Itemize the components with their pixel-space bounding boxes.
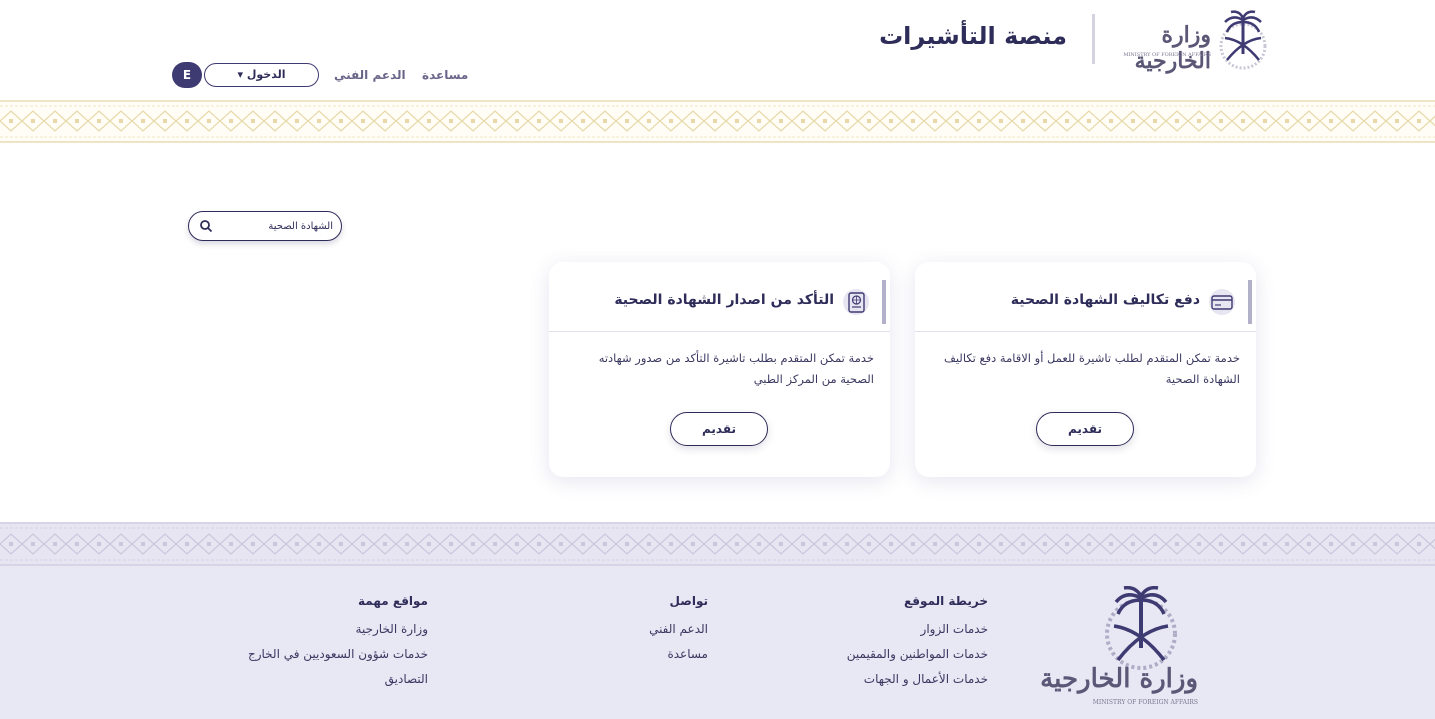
apply-button[interactable]: تقديم bbox=[670, 412, 768, 446]
footer-link-help[interactable]: مساعدة bbox=[649, 647, 708, 661]
footer-link-saudis-abroad[interactable]: خدمات شؤون السعوديين في الخارج bbox=[248, 647, 428, 661]
page-title: منصة التأشيرات bbox=[879, 22, 1067, 50]
service-card-pay-health-certificate: دفع تكاليف الشهادة الصحية خدمة تمكن المت… bbox=[915, 262, 1256, 477]
logo-text: وزارة الخارجية bbox=[1134, 22, 1212, 74]
footer: وزارة الخارجية MINISTRY OF FOREIGN AFFAI… bbox=[0, 566, 1435, 719]
search-input[interactable] bbox=[243, 218, 333, 234]
card-description: خدمة تمكن المتقدم لطلب تاشيرة للعمل أو ا… bbox=[943, 351, 1240, 386]
language-toggle-button[interactable]: E bbox=[172, 62, 202, 88]
footer-important-sites: مواقع مهمة وزارة الخارجية خدمات شؤون الس… bbox=[248, 594, 428, 697]
decorative-pattern-band bbox=[0, 100, 1435, 143]
pattern-icon bbox=[0, 102, 1435, 141]
card-accent-bar bbox=[1248, 280, 1252, 324]
login-dropdown-button[interactable]: الدخول ▾ bbox=[204, 63, 319, 87]
decorative-pattern-band bbox=[0, 522, 1435, 566]
footer-contact: تواصل الدعم الفني مساعدة bbox=[649, 594, 708, 672]
passport-icon bbox=[843, 289, 869, 315]
footer-link-mofa[interactable]: وزارة الخارجية bbox=[248, 622, 428, 636]
footer-sitemap: خريطة الموقع خدمات الزوار خدمات المواطني… bbox=[847, 594, 988, 697]
card-header: التأكد من اصدار الشهادة الصحية bbox=[549, 280, 890, 332]
footer-link-business[interactable]: خدمات الأعمال و الجهات bbox=[847, 672, 988, 686]
footer-important-title: مواقع مهمة bbox=[358, 594, 428, 608]
nav-support-link[interactable]: الدعم الفني bbox=[334, 68, 406, 82]
credit-card-icon bbox=[1209, 289, 1235, 315]
palm-swords-emblem-icon bbox=[1219, 10, 1267, 70]
footer-link-support[interactable]: الدعم الفني bbox=[649, 622, 708, 636]
logo-subtitle: MINISTRY OF FOREIGN AFFAIRS bbox=[1123, 52, 1211, 58]
service-search bbox=[188, 211, 342, 241]
footer-contact-title: تواصل bbox=[669, 594, 708, 608]
search-icon[interactable] bbox=[199, 219, 213, 233]
pattern-icon bbox=[0, 524, 1435, 564]
footer-sitemap-title: خريطة الموقع bbox=[903, 594, 988, 608]
card-description: خدمة تمكن المتقدم بطلب تاشيرة التأكد من … bbox=[598, 351, 874, 386]
service-card-verify-health-certificate: التأكد من اصدار الشهادة الصحية خدمة تمكن… bbox=[549, 262, 890, 477]
footer-link-attestations[interactable]: التصاديق bbox=[248, 672, 428, 686]
footer-logo-subtitle: MINISTRY OF FOREIGN AFFAIRS bbox=[1092, 699, 1198, 706]
footer-link-citizens[interactable]: خدمات المواطنين والمقيمين bbox=[847, 647, 988, 661]
footer-ministry-logo[interactable]: وزارة الخارجية MINISTRY OF FOREIGN AFFAI… bbox=[1040, 585, 1204, 719]
logo-divider bbox=[1092, 14, 1095, 64]
ministry-logo[interactable]: وزارة الخارجية MINISTRY OF FOREIGN AFFAI… bbox=[1105, 8, 1275, 74]
card-header: دفع تكاليف الشهادة الصحية bbox=[915, 280, 1256, 332]
nav-help-link[interactable]: مساعدة bbox=[422, 68, 468, 82]
card-title: دفع تكاليف الشهادة الصحية bbox=[1010, 292, 1200, 308]
footer-logo-text: وزارة الخارجية bbox=[1040, 664, 1199, 694]
apply-button[interactable]: تقديم bbox=[1036, 412, 1134, 446]
card-accent-bar bbox=[882, 280, 886, 324]
header: وزارة الخارجية MINISTRY OF FOREIGN AFFAI… bbox=[0, 0, 1435, 100]
card-title: التأكد من اصدار الشهادة الصحية bbox=[614, 292, 834, 308]
footer-link-visitors[interactable]: خدمات الزوار bbox=[847, 622, 988, 636]
